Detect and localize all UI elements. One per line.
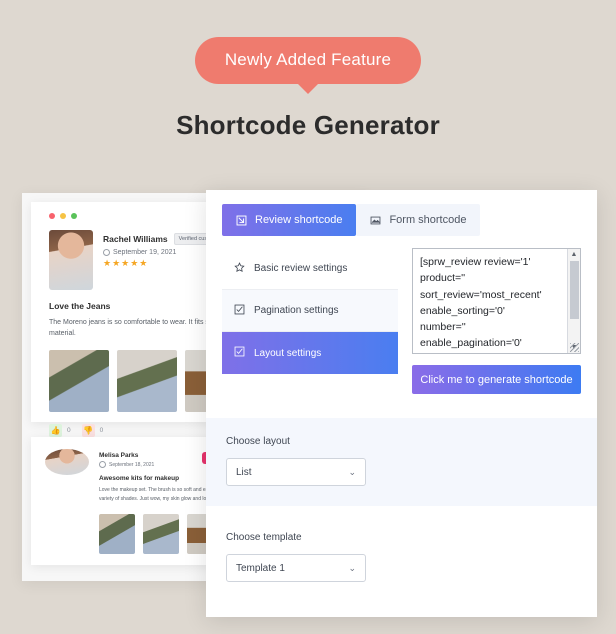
settings-menu: Basic review settings Pagination setting… bbox=[222, 248, 398, 394]
badge-container: Newly Added Feature bbox=[0, 37, 616, 84]
screenshot-root: Newly Added Feature Shortcode Generator … bbox=[0, 0, 616, 634]
layout-select[interactable]: List ⌄ bbox=[226, 458, 366, 486]
review-photo[interactable] bbox=[117, 350, 177, 413]
thumbs-down-icon[interactable]: 👎 bbox=[81, 424, 95, 438]
generate-shortcode-button[interactable]: Click me to generate shortcode bbox=[412, 365, 581, 394]
scroll-up-arrow-icon[interactable]: ▲ bbox=[568, 249, 580, 260]
layout-select-value: List bbox=[236, 466, 252, 478]
textarea-scrollbar[interactable]: ▲ ▼ bbox=[567, 249, 580, 353]
clock-icon bbox=[99, 461, 106, 468]
tab-form-shortcode-label: Form shortcode bbox=[389, 214, 467, 226]
helpful-up-count: 0 bbox=[67, 427, 71, 435]
review-date: September 18, 2021 bbox=[109, 461, 155, 468]
checkbox-square-icon bbox=[234, 304, 245, 318]
helpful-down-group[interactable]: 👎 0 bbox=[81, 424, 104, 438]
template-select[interactable]: Template 1 ⌄ bbox=[226, 554, 366, 582]
review-photo[interactable] bbox=[49, 350, 109, 413]
thumbs-up-icon[interactable]: 👍 bbox=[49, 424, 62, 438]
template-select-value: Template 1 bbox=[236, 562, 285, 574]
choose-layout-section: Choose layout List ⌄ bbox=[206, 418, 597, 506]
panel-mid-row: Basic review settings Pagination setting… bbox=[206, 236, 597, 394]
clock-icon bbox=[103, 249, 110, 256]
review-date-row: September 18, 2021 bbox=[99, 461, 154, 468]
choose-template-section: Choose template Template 1 ⌄ bbox=[206, 514, 597, 602]
avatar bbox=[49, 230, 93, 290]
window-dot-green-icon bbox=[71, 213, 77, 219]
image-form-icon bbox=[370, 215, 381, 226]
review-date: September 19, 2021 bbox=[113, 249, 177, 256]
review-photo[interactable] bbox=[99, 514, 135, 554]
chevron-down-icon: ⌄ bbox=[348, 466, 356, 477]
helpful-down-count: 0 bbox=[99, 427, 104, 435]
window-dot-red-icon bbox=[49, 213, 55, 219]
tab-bar: Review shortcode Form shortcode bbox=[206, 190, 597, 236]
textarea-resize-grip[interactable] bbox=[570, 343, 579, 352]
setting-pagination-settings[interactable]: Pagination settings bbox=[222, 290, 398, 332]
setting-layout-settings[interactable]: Layout settings bbox=[222, 332, 398, 374]
setting-basic-review-settings-label: Basic review settings bbox=[254, 263, 348, 274]
reviewer-name: Melisa Parks bbox=[99, 452, 139, 459]
star-outline-icon bbox=[234, 261, 245, 276]
avatar bbox=[45, 449, 89, 475]
tab-review-shortcode[interactable]: Review shortcode bbox=[222, 204, 357, 236]
chevron-down-icon: ⌄ bbox=[348, 562, 356, 573]
new-feature-badge: Newly Added Feature bbox=[194, 37, 422, 84]
window-dots bbox=[49, 213, 77, 219]
setting-basic-review-settings[interactable]: Basic review settings bbox=[222, 248, 398, 290]
review-photo[interactable] bbox=[143, 514, 179, 554]
choose-template-label: Choose template bbox=[226, 532, 302, 543]
reviewer-name: Rachel Williams bbox=[103, 234, 168, 244]
page-title: Shortcode Generator bbox=[176, 110, 440, 140]
scrollbar-thumb[interactable] bbox=[570, 261, 579, 319]
setting-layout-settings-label: Layout settings bbox=[254, 347, 322, 359]
helpful-up-group[interactable]: 👍 0 bbox=[49, 424, 71, 438]
setting-pagination-settings-label: Pagination settings bbox=[254, 305, 339, 316]
tab-review-shortcode-label: Review shortcode bbox=[255, 214, 343, 226]
cursor-click-icon bbox=[236, 215, 247, 226]
choose-layout-label: Choose layout bbox=[226, 436, 290, 447]
shortcode-generator-panel: Review shortcode Form shortcode Basic re… bbox=[206, 190, 597, 617]
window-dot-yellow-icon bbox=[60, 213, 66, 219]
checkbox-square-icon bbox=[234, 346, 245, 360]
shortcode-output-column: [sprw_review review='1' product='' sort_… bbox=[412, 248, 581, 394]
tab-form-shortcode[interactable]: Form shortcode bbox=[356, 204, 481, 236]
shortcode-output-textarea[interactable]: [sprw_review review='1' product='' sort_… bbox=[412, 248, 581, 354]
